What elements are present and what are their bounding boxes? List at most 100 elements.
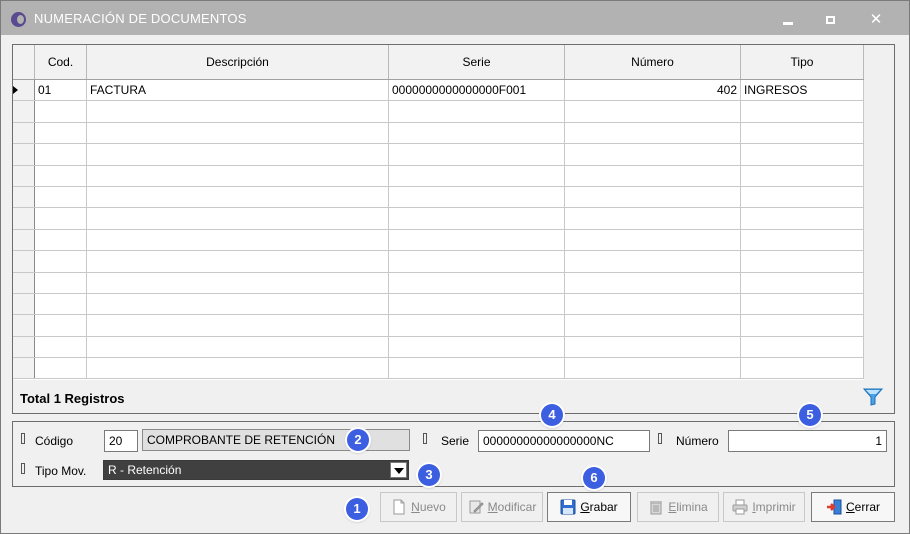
- table-row[interactable]: 01 FACTURA 0000000000000000F001 402 INGR…: [13, 80, 864, 102]
- grabar-button[interactable]: Grabar: [547, 492, 631, 522]
- empty-cell[interactable]: [87, 358, 389, 379]
- empty-cell[interactable]: [389, 293, 565, 315]
- empty-cell[interactable]: [87, 315, 389, 336]
- empty-cell[interactable]: [389, 144, 565, 165]
- empty-cell[interactable]: [35, 165, 87, 186]
- column-header-descripcion[interactable]: Descripción: [87, 45, 389, 79]
- documents-grid[interactable]: Cod. Descripción Serie Número Tipo 01 FA…: [12, 44, 895, 414]
- empty-cell[interactable]: [87, 272, 389, 293]
- empty-cell[interactable]: [565, 229, 741, 251]
- empty-cell[interactable]: [35, 358, 87, 379]
- empty-row[interactable]: [13, 165, 864, 187]
- empty-cell[interactable]: [565, 165, 741, 186]
- empty-cell[interactable]: [741, 186, 864, 208]
- empty-cell[interactable]: [741, 229, 864, 251]
- minimize-button[interactable]: [771, 7, 805, 33]
- empty-cell[interactable]: [35, 208, 87, 229]
- cell-tipo[interactable]: INGRESOS: [741, 80, 864, 101]
- empty-cell[interactable]: [87, 251, 389, 272]
- empty-cell[interactable]: [87, 293, 389, 315]
- cerrar-button[interactable]: Cerrar: [811, 492, 895, 522]
- column-header-tipo[interactable]: Tipo: [741, 45, 864, 79]
- empty-cell[interactable]: [565, 144, 741, 165]
- column-header-cod[interactable]: Cod.: [35, 45, 87, 79]
- empty-row[interactable]: [13, 186, 864, 209]
- empty-row[interactable]: [13, 208, 864, 230]
- empty-cell[interactable]: [87, 165, 389, 186]
- elimina-button[interactable]: Elimina: [637, 492, 719, 522]
- empty-cell[interactable]: [741, 101, 864, 122]
- empty-row[interactable]: [13, 122, 864, 145]
- title-bar[interactable]: NUMERACIÓN DE DOCUMENTOS ✕: [1, 1, 909, 35]
- empty-row[interactable]: [13, 144, 864, 166]
- column-header-serie[interactable]: Serie: [389, 45, 565, 79]
- empty-cell[interactable]: [35, 144, 87, 165]
- empty-cell[interactable]: [35, 101, 87, 122]
- empty-cell[interactable]: [741, 251, 864, 272]
- empty-cell[interactable]: [565, 293, 741, 315]
- empty-cell[interactable]: [389, 315, 565, 336]
- empty-cell[interactable]: [389, 358, 565, 379]
- empty-cell[interactable]: [389, 336, 565, 358]
- empty-row[interactable]: [13, 229, 864, 252]
- empty-cell[interactable]: [87, 208, 389, 229]
- empty-cell[interactable]: [741, 293, 864, 315]
- empty-cell[interactable]: [565, 336, 741, 358]
- empty-cell[interactable]: [389, 208, 565, 229]
- empty-cell[interactable]: [741, 122, 864, 144]
- empty-cell[interactable]: [565, 122, 741, 144]
- empty-row[interactable]: [13, 251, 864, 273]
- empty-cell[interactable]: [741, 165, 864, 186]
- nuevo-button[interactable]: Nuevo: [380, 492, 457, 522]
- empty-cell[interactable]: [565, 186, 741, 208]
- empty-cell[interactable]: [389, 122, 565, 144]
- empty-cell[interactable]: [389, 165, 565, 186]
- cell-descripcion[interactable]: FACTURA: [87, 80, 389, 101]
- empty-cell[interactable]: [35, 122, 87, 144]
- empty-cell[interactable]: [87, 336, 389, 358]
- empty-cell[interactable]: [87, 186, 389, 208]
- empty-cell[interactable]: [389, 186, 565, 208]
- empty-cell[interactable]: [389, 101, 565, 122]
- empty-cell[interactable]: [35, 186, 87, 208]
- codigo-input[interactable]: 20: [104, 430, 138, 452]
- empty-cell[interactable]: [389, 251, 565, 272]
- empty-row[interactable]: [13, 336, 864, 359]
- empty-cell[interactable]: [35, 229, 87, 251]
- empty-row[interactable]: [13, 101, 864, 123]
- empty-row[interactable]: [13, 315, 864, 337]
- empty-cell[interactable]: [35, 272, 87, 293]
- empty-cell[interactable]: [565, 358, 741, 379]
- empty-cell[interactable]: [87, 229, 389, 251]
- empty-cell[interactable]: [35, 251, 87, 272]
- cell-serie[interactable]: 0000000000000000F001: [389, 80, 565, 101]
- empty-cell[interactable]: [565, 101, 741, 122]
- empty-row[interactable]: [13, 293, 864, 316]
- empty-cell[interactable]: [87, 122, 389, 144]
- serie-input[interactable]: 00000000000000000NC: [478, 430, 650, 452]
- empty-cell[interactable]: [389, 229, 565, 251]
- empty-cell[interactable]: [565, 315, 741, 336]
- empty-cell[interactable]: [35, 315, 87, 336]
- empty-cell[interactable]: [741, 144, 864, 165]
- empty-cell[interactable]: [565, 272, 741, 293]
- empty-cell[interactable]: [35, 293, 87, 315]
- empty-cell[interactable]: [87, 101, 389, 122]
- empty-cell[interactable]: [741, 358, 864, 379]
- empty-cell[interactable]: [741, 208, 864, 229]
- empty-row[interactable]: [13, 358, 864, 380]
- cell-cod[interactable]: 01: [35, 80, 87, 101]
- filter-icon[interactable]: [863, 388, 883, 406]
- empty-cell[interactable]: [565, 208, 741, 229]
- numero-input[interactable]: 1: [728, 430, 887, 452]
- empty-cell[interactable]: [389, 272, 565, 293]
- dropdown-arrow-icon[interactable]: [390, 462, 407, 478]
- maximize-button[interactable]: [813, 7, 847, 33]
- empty-cell[interactable]: [741, 315, 864, 336]
- tipo-mov-select[interactable]: R - Retención: [103, 460, 409, 480]
- empty-cell[interactable]: [35, 336, 87, 358]
- empty-row[interactable]: [13, 272, 864, 294]
- empty-cell[interactable]: [87, 144, 389, 165]
- empty-cell[interactable]: [565, 251, 741, 272]
- empty-cell[interactable]: [741, 272, 864, 293]
